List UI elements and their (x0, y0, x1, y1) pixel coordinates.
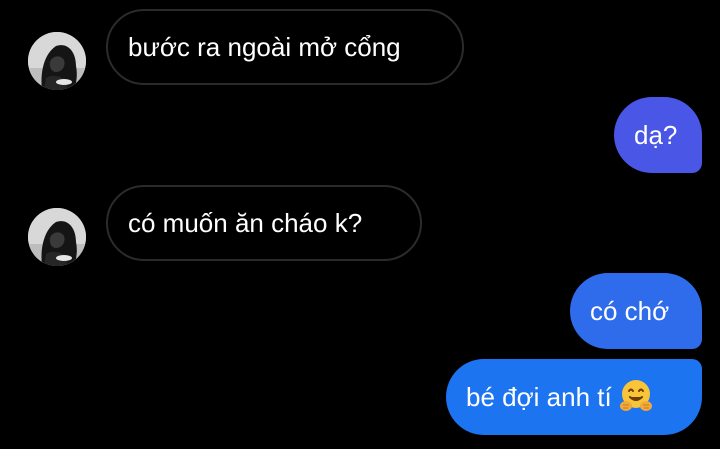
contact-avatar[interactable] (28, 208, 86, 266)
message-text: dạ? (634, 120, 678, 150)
outgoing-message-bubble[interactable]: bé đợi anh tí (446, 359, 702, 435)
outgoing-message-bubble[interactable]: có chớ (570, 273, 702, 349)
message-text: có chớ (590, 296, 670, 326)
outgoing-message-bubble[interactable]: dạ? (614, 97, 702, 173)
incoming-message-bubble[interactable]: bước ra ngoài mở cổng (106, 9, 464, 85)
message-text: bé đợi anh tí (466, 382, 612, 412)
hugging-face-icon (618, 378, 654, 414)
contact-avatar[interactable] (28, 32, 86, 90)
message-text: có muốn ăn cháo k? (128, 208, 363, 238)
avatar-hooded-figure-icon (28, 32, 86, 90)
message-text: bước ra ngoài mở cổng (128, 32, 401, 62)
incoming-message-bubble[interactable]: có muốn ăn cháo k? (106, 185, 422, 261)
avatar-hooded-figure-icon (28, 208, 86, 266)
